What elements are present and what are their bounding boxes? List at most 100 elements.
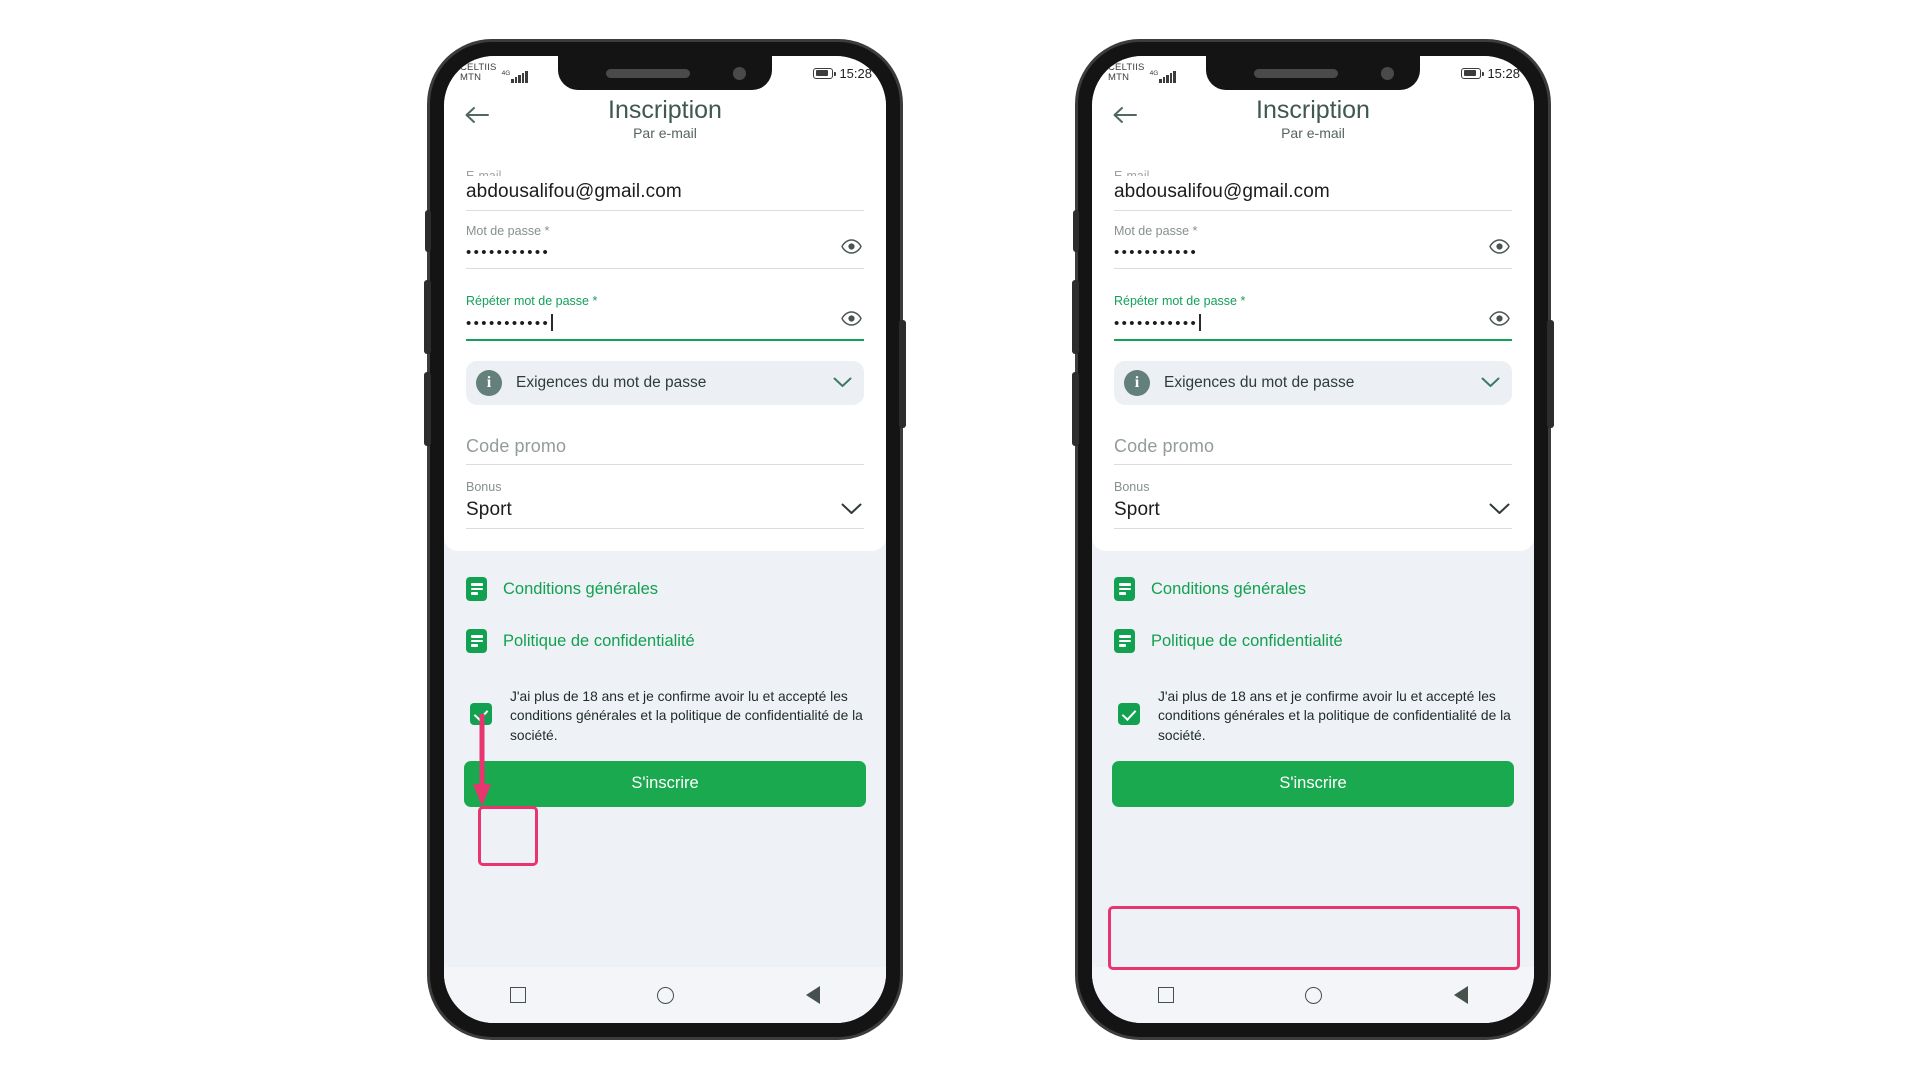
phone-screen-left: CELTIIS MTN 4G 15:28 Inscription Par e-m… [444,56,886,1023]
circle-icon[interactable] [1305,986,1323,1004]
promo-code-field[interactable]: Code promo [466,405,864,465]
power-button[interactable] [1547,320,1554,428]
power-button[interactable] [899,320,906,428]
consent-row: J'ai plus de 18 ans et je confirme avoir… [444,687,886,744]
bonus-label: Bonus [1114,479,1150,494]
password-requirements-row[interactable]: i Exigences du mot de passe [1114,360,1512,405]
info-icon: i [476,369,502,396]
chevron-down-icon[interactable] [833,377,852,388]
form-card: E-mail abdousalifou@gmail.com Mot de pas… [444,152,886,552]
legal-links: Conditions générales Politique de confid… [444,551,886,687]
email-field[interactable]: E-mail abdousalifou@gmail.com [466,156,864,211]
phone-right: CELTIIS MTN 4G 15:28 Inscription Par e-m… [1072,42,1554,1037]
consent-text: J'ai plus de 18 ans et je confirme avoir… [510,689,863,743]
android-nav-bar [1092,967,1534,1023]
triangle-back-icon[interactable] [1454,986,1469,1004]
bonus-select[interactable]: Bonus Sport [1114,465,1512,530]
status-clock: 15:28 [839,65,872,81]
form-content: E-mail abdousalifou@gmail.com Mot de pas… [1092,152,1534,1023]
eye-icon[interactable] [1486,306,1512,332]
privacy-link-row[interactable]: Politique de confidentialité [1114,629,1512,654]
terms-link-label: Conditions générales [1151,579,1307,598]
repeat-password-dots: ••••••••••• [466,314,551,332]
terms-link-row[interactable]: Conditions générales [466,577,864,602]
mute-button[interactable] [425,210,431,252]
chevron-down-icon[interactable] [1481,377,1500,388]
consent-text: J'ai plus de 18 ans et je confirme avoir… [1158,689,1511,743]
network-type: 4G [501,70,511,78]
signup-button[interactable]: S'inscrire [464,760,866,807]
signal-bars-icon [1159,71,1176,84]
bonus-value: Sport [1114,499,1160,521]
repeat-password-underline [466,338,864,341]
consent-checkbox[interactable] [470,703,492,726]
signup-button[interactable]: S'inscrire [1112,760,1514,807]
signal-bars-icon [511,71,528,84]
volume-up-button[interactable] [1072,280,1079,354]
phone-left: CELTIIS MTN 4G 15:28 Inscription Par e-m… [424,42,906,1037]
chevron-down-icon[interactable] [1487,497,1511,521]
app-bar: Inscription Par e-mail [444,90,886,152]
password-value: ••••••••••• [1114,243,1199,261]
carrier-info: CELTIIS MTN 4G [1108,62,1176,84]
square-icon[interactable] [1157,987,1174,1003]
volume-up-button[interactable] [424,280,431,354]
volume-down-button[interactable] [1072,372,1079,446]
password-requirements-row[interactable]: i Exigences du mot de passe [466,360,864,405]
square-icon[interactable] [509,987,526,1003]
status-right: 15:28 [813,66,872,81]
email-value: abdousalifou@gmail.com [1114,181,1330,202]
bonus-select[interactable]: Bonus Sport [466,465,864,530]
eye-icon[interactable] [838,306,864,332]
repeat-password-underline [1114,338,1512,341]
speaker-grille [606,69,690,78]
battery-icon [1461,67,1484,79]
back-arrow-icon[interactable] [1110,100,1140,130]
promo-code-placeholder: Code promo [466,435,567,456]
page-title: Inscription [1256,96,1370,124]
carrier-name-2: MTN [1108,72,1130,83]
promo-code-field[interactable]: Code promo [1114,405,1512,465]
repeat-password-value: ••••••••••• [466,309,864,339]
email-value: abdousalifou@gmail.com [466,181,682,202]
repeat-password-field[interactable]: Répéter mot de passe * ••••••••••• [1114,281,1512,341]
email-field[interactable]: E-mail abdousalifou@gmail.com [1114,156,1512,211]
mute-button[interactable] [1073,210,1079,252]
back-arrow-icon[interactable] [462,100,492,130]
triangle-back-icon[interactable] [806,986,821,1004]
circle-icon[interactable] [657,986,675,1004]
eye-icon[interactable] [838,234,864,260]
status-right: 15:28 [1461,66,1520,81]
page-title: Inscription [608,96,722,124]
eye-icon[interactable] [1486,234,1512,260]
speaker-grille [1254,69,1338,78]
password-underline [466,267,864,269]
password-field[interactable]: Mot de passe * ••••••••••• [1114,211,1512,269]
volume-down-button[interactable] [424,372,431,446]
chevron-down-icon[interactable] [839,497,863,521]
network-type: 4G [1149,70,1159,78]
bonus-value: Sport [466,499,512,521]
privacy-link-row[interactable]: Politique de confidentialité [466,629,864,654]
consent-checkbox[interactable] [1118,703,1140,726]
carrier-info: CELTIIS MTN 4G [460,62,528,84]
password-field[interactable]: Mot de passe * ••••••••••• [466,211,864,269]
status-clock: 15:28 [1487,65,1520,81]
document-icon [1114,577,1135,602]
repeat-password-field[interactable]: Répéter mot de passe * ••••••••••• [466,281,864,341]
document-icon [466,577,487,602]
notch [1206,56,1420,90]
app-bar: Inscription Par e-mail [1092,90,1534,152]
repeat-password-label: Répéter mot de passe * [1114,293,1246,308]
terms-link-row[interactable]: Conditions générales [1114,577,1512,602]
repeat-password-value: ••••••••••• [1114,309,1512,339]
terms-link-label: Conditions générales [503,579,659,598]
password-requirements-label: Exigences du mot de passe [516,373,707,391]
battery-icon [813,67,836,79]
document-icon [466,629,487,654]
promo-code-placeholder: Code promo [1114,435,1215,456]
password-label: Mot de passe * [1114,224,1198,238]
submit-area: S'inscrire [444,745,886,807]
password-label: Mot de passe * [466,224,550,238]
privacy-link-label: Politique de confidentialité [503,631,695,650]
